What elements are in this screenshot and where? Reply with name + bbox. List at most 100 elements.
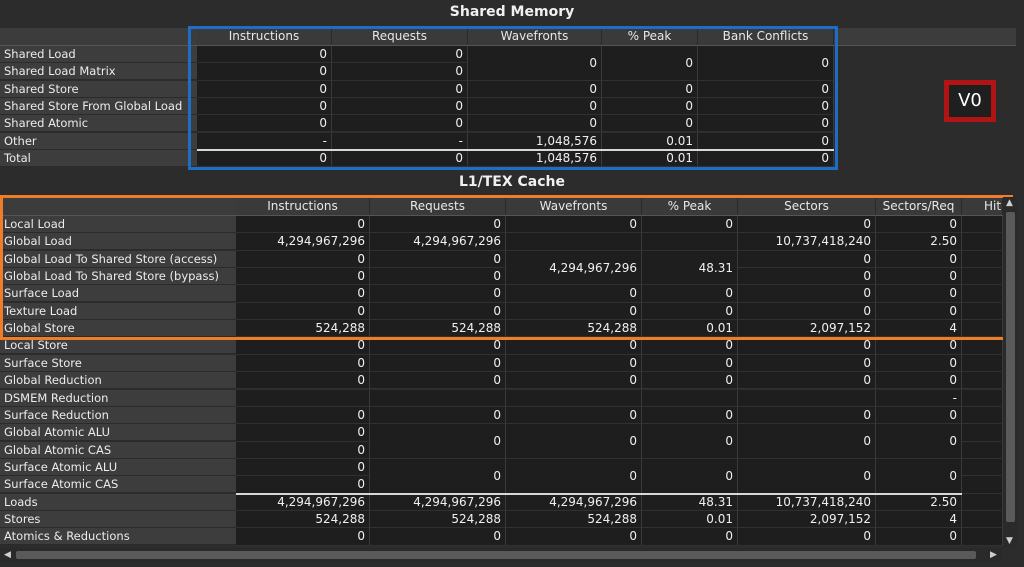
- sm-cell-instructions: 0: [197, 80, 332, 98]
- l1-col-requests[interactable]: Requests: [370, 198, 506, 215]
- l1-col-sectors-req[interactable]: Sectors/Req: [876, 198, 962, 215]
- l1-cell-wavefronts: 0: [506, 216, 642, 234]
- shared-memory-header: Instructions Requests Wavefronts % Peak …: [0, 28, 1016, 46]
- l1-col-instructions[interactable]: Instructions: [236, 198, 370, 215]
- sm-cell-wavefronts: 0: [468, 80, 602, 98]
- sm-cell-instructions: 0: [197, 46, 332, 64]
- l1-cell-sectors: 0: [738, 354, 876, 373]
- l1-merged-atomic-requests: 0: [370, 458, 506, 494]
- sm-cell-peak: 0: [602, 115, 698, 133]
- l1-row-label: Local Load: [0, 216, 236, 233]
- sm-cell-wavefronts: 1,048,576: [468, 149, 602, 168]
- l1-cell-wavefronts: 0: [506, 302, 642, 321]
- l1-cell-sectors: 0: [738, 250, 876, 269]
- l1-cell-sectors-req: 0: [876, 302, 962, 321]
- l1-cell-hit: [962, 216, 1003, 234]
- l1-row-label: DSMEM Reduction: [0, 389, 236, 407]
- l1-col-peak[interactable]: % Peak: [642, 198, 738, 215]
- l1-cell-instructions: 0: [236, 406, 370, 425]
- sm-cell-requests: 0: [332, 63, 468, 81]
- l1-cell-sectors-req: 0: [876, 406, 962, 425]
- l1-row-label: Global Atomic CAS: [0, 441, 236, 459]
- l1-row-label: Texture Load: [0, 302, 236, 320]
- l1-row-label: Surface Store: [0, 354, 236, 372]
- l1-cell-sectors: 0: [738, 285, 876, 303]
- l1-cell-instructions: 0: [236, 476, 370, 494]
- l1-cell-sectors: 0: [738, 406, 876, 425]
- l1-merged-atomic-peak: 0: [642, 424, 738, 459]
- l1-cell-instructions: 0: [236, 458, 370, 477]
- sm-row-label: Shared Atomic: [0, 115, 197, 133]
- l1-cell-sectors: [738, 389, 876, 407]
- l1-col-hit[interactable]: Hit: [962, 198, 1003, 215]
- l1-cell-hit: [962, 354, 1003, 373]
- l1-cell-sectors: 2,097,152: [738, 320, 876, 338]
- sm-col-bank-conflicts[interactable]: Bank Conflicts: [698, 28, 834, 45]
- l1-cell-peak: [642, 233, 738, 251]
- l1-cell-sectors-req: 0: [876, 250, 962, 269]
- sm-cell-bank-conflicts: 0: [698, 80, 834, 98]
- l1-cell-sectors-req: 0: [876, 216, 962, 234]
- horizontal-scroll-thumb[interactable]: [16, 551, 976, 559]
- sm-row-label: Shared Store From Global Load: [0, 97, 197, 115]
- l1-cell-sectors: 10,737,418,240: [738, 493, 876, 511]
- scroll-left-icon[interactable]: ◀: [4, 550, 11, 560]
- sm-cell-requests: 0: [332, 115, 468, 133]
- l1-cell-wavefronts: 524,288: [506, 510, 642, 529]
- l1-cell-instructions: 0: [236, 528, 370, 546]
- l1-cell-hit: [962, 233, 1003, 251]
- l1-cell-requests: 0: [370, 285, 506, 303]
- l1-cell-hit: [962, 528, 1003, 546]
- vertical-scroll-thumb[interactable]: [1006, 212, 1015, 522]
- scroll-down-icon[interactable]: ▼: [1006, 536, 1013, 546]
- l1-cell-hit: [962, 268, 1003, 286]
- l1-cell-requests: 4,294,967,296: [370, 493, 506, 511]
- l1-cell-peak: 0: [642, 285, 738, 303]
- l1-cell-wavefronts: 0: [506, 354, 642, 373]
- l1-row-label: Global Load To Shared Store (access): [0, 250, 236, 268]
- l1-cell-hit: [962, 441, 1003, 459]
- l1-col-sectors[interactable]: Sectors: [738, 198, 876, 215]
- l1-row-label: Surface Load: [0, 285, 236, 303]
- sm-col-instructions[interactable]: Instructions: [197, 28, 332, 45]
- sm-col-wavefronts[interactable]: Wavefronts: [468, 28, 602, 45]
- l1tex-title: L1/TEX Cache: [458, 174, 566, 190]
- l1-cell-sectors-req: 4: [876, 320, 962, 338]
- scroll-up-icon[interactable]: ▲: [1006, 198, 1013, 208]
- l1-cell-instructions: 0: [236, 441, 370, 459]
- l1-cell-sectors-req: 0: [876, 372, 962, 390]
- sm-cell-instructions: 0: [197, 115, 332, 133]
- l1-cell-peak: 0.01: [642, 320, 738, 338]
- l1-cell-sectors: 2,097,152: [738, 510, 876, 529]
- sm-merged-cell-bank-conflicts: 0: [698, 46, 834, 81]
- sm-col-peak[interactable]: % Peak: [602, 28, 698, 45]
- sm-cell-peak: 0.01: [602, 132, 698, 150]
- l1-cell-requests: 0: [370, 372, 506, 390]
- l1-cell-peak: [642, 389, 738, 407]
- l1-cell-requests: 0: [370, 406, 506, 425]
- l1-row-label: Loads: [0, 493, 236, 511]
- l1-cell-instructions: 0: [236, 216, 370, 234]
- l1-cell-hit: [962, 493, 1003, 511]
- l1-cell-instructions: 0: [236, 250, 370, 269]
- l1-cell-requests: 0: [370, 337, 506, 355]
- l1-cell-sectors: 0: [738, 302, 876, 321]
- l1-cell-sectors: 0: [738, 268, 876, 286]
- l1-cell-wavefronts: 0: [506, 285, 642, 303]
- l1-col-wavefronts[interactable]: Wavefronts: [506, 198, 642, 215]
- sm-cell-bank-conflicts: 0: [698, 115, 834, 133]
- l1-cell-wavefronts: [506, 389, 642, 407]
- l1-cell-requests: 0: [370, 250, 506, 269]
- l1-row-label: Stores: [0, 510, 236, 528]
- l1-cell-requests: 4,294,967,296: [370, 233, 506, 251]
- l1-cell-peak: 0: [642, 216, 738, 234]
- l1-cell-sectors: 0: [738, 372, 876, 390]
- scroll-right-icon[interactable]: ▶: [990, 550, 997, 560]
- sm-cell-peak: 0: [602, 80, 698, 98]
- l1-cell-hit: [962, 406, 1003, 425]
- l1-merged-atomic-requests: 0: [370, 424, 506, 459]
- sm-col-requests[interactable]: Requests: [332, 28, 468, 45]
- l1-cell-instructions: 4,294,967,296: [236, 233, 370, 251]
- l1-cell-sectors: 0: [738, 216, 876, 234]
- l1-cell-sectors-req: 0: [876, 337, 962, 355]
